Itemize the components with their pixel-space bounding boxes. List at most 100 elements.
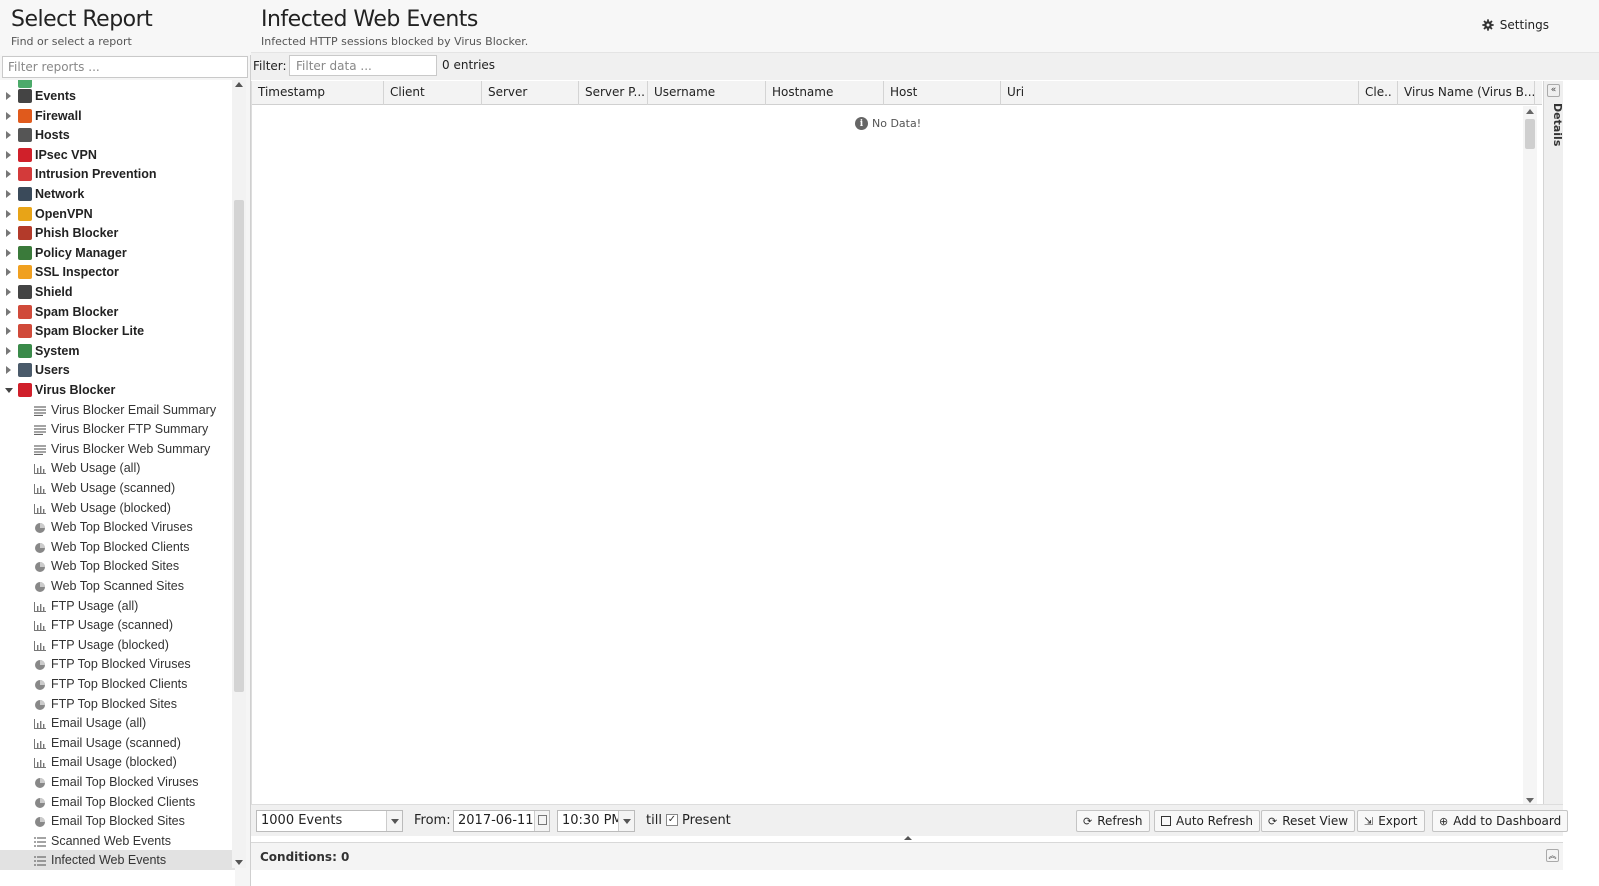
- from-date-field[interactable]: 2017-06-11: [453, 810, 550, 832]
- expand-conditions-icon[interactable]: ︽: [1546, 849, 1559, 862]
- report-item[interactable]: Email Usage (blocked): [0, 752, 235, 772]
- tree-category-virus-blocker[interactable]: Virus Blocker: [0, 380, 235, 400]
- collapsed-arrow-icon[interactable]: [6, 209, 11, 218]
- present-label: Present: [682, 813, 731, 828]
- scrollbar-thumb[interactable]: [234, 200, 244, 692]
- bar-chart-icon: [34, 503, 46, 514]
- report-item[interactable]: Web Top Blocked Clients: [0, 537, 235, 557]
- report-item[interactable]: FTP Usage (all): [0, 596, 235, 616]
- tree-category-openvpn[interactable]: OpenVPN: [0, 204, 235, 224]
- collapsed-arrow-icon[interactable]: [6, 131, 11, 140]
- report-item[interactable]: Web Top Blocked Sites: [0, 556, 235, 576]
- report-item[interactable]: FTP Usage (scanned): [0, 615, 235, 635]
- collapsed-arrow-icon[interactable]: [6, 170, 11, 179]
- report-item[interactable]: Web Usage (blocked): [0, 498, 235, 518]
- column-header[interactable]: Cle..: [1359, 81, 1398, 105]
- expanded-arrow-icon[interactable]: [5, 388, 13, 393]
- report-item[interactable]: Email Usage (all): [0, 713, 235, 733]
- collapsed-arrow-icon[interactable]: [6, 190, 11, 198]
- chevron-down-icon[interactable]: [386, 811, 402, 831]
- scroll-down-icon[interactable]: [235, 860, 243, 865]
- collapsed-arrow-icon[interactable]: [6, 92, 11, 100]
- report-item[interactable]: FTP Top Blocked Clients: [0, 674, 235, 694]
- collapsed-arrow-icon[interactable]: [6, 346, 11, 355]
- report-item-label: Email Top Blocked Viruses: [51, 775, 199, 789]
- calendar-icon[interactable]: [534, 811, 549, 831]
- tree-category-events[interactable]: Events: [0, 86, 235, 106]
- sidebar-scrollbar[interactable]: [232, 80, 246, 868]
- report-item[interactable]: Email Top Blocked Viruses: [0, 772, 235, 792]
- report-item[interactable]: Email Usage (scanned): [0, 733, 235, 753]
- report-item[interactable]: Web Usage (all): [0, 458, 235, 478]
- present-checkbox[interactable]: ✓: [666, 814, 678, 826]
- scrollbar-thumb[interactable]: [1525, 119, 1535, 149]
- tree-category-shield[interactable]: Shield: [0, 282, 235, 302]
- collapsed-arrow-icon[interactable]: [6, 248, 11, 257]
- report-item[interactable]: Web Top Scanned Sites: [0, 576, 235, 596]
- tree-category-policy-manager[interactable]: Policy Manager: [0, 243, 235, 263]
- tree-category-system[interactable]: System: [0, 341, 235, 361]
- collapsed-arrow-icon[interactable]: [6, 268, 11, 277]
- tree-category-intrusion-prevention[interactable]: Intrusion Prevention: [0, 164, 235, 184]
- column-header[interactable]: Timestamp: [252, 81, 384, 105]
- details-label[interactable]: Details: [1544, 101, 1564, 146]
- report-item[interactable]: Scanned Web Events: [0, 831, 235, 851]
- settings-button[interactable]: Settings: [1482, 18, 1549, 32]
- auto-refresh-button[interactable]: Auto Refresh: [1154, 810, 1260, 832]
- collapse-details-icon[interactable]: «: [1547, 84, 1560, 97]
- column-header[interactable]: Server: [482, 81, 579, 105]
- events-limit-select[interactable]: 1000 Events: [256, 810, 403, 832]
- tree-category-phish-blocker[interactable]: Phish Blocker: [0, 223, 235, 243]
- reset-view-button[interactable]: ⟳ Reset View: [1261, 810, 1356, 832]
- column-header[interactable]: Client: [384, 81, 482, 105]
- collapsed-arrow-icon[interactable]: [6, 327, 11, 336]
- collapsed-arrow-icon[interactable]: [6, 288, 11, 296]
- from-time-field[interactable]: 10:30 PM: [557, 810, 635, 832]
- from-label: From:: [414, 813, 451, 828]
- report-filter-input[interactable]: [2, 56, 248, 78]
- column-header[interactable]: Virus Name (Virus B...: [1398, 81, 1535, 105]
- tree-category-spam-blocker-lite[interactable]: Spam Blocker Lite: [0, 321, 235, 341]
- tree-category-label: Intrusion Prevention: [35, 167, 157, 182]
- data-filter-input[interactable]: [289, 55, 437, 76]
- collapsed-arrow-icon[interactable]: [6, 366, 11, 375]
- column-header[interactable]: Username: [648, 81, 766, 105]
- tree-category-firewall[interactable]: Firewall: [0, 106, 235, 126]
- scroll-down-icon[interactable]: [1526, 798, 1534, 803]
- refresh-button[interactable]: ⟳ Refresh: [1076, 810, 1150, 832]
- details-panel[interactable]: « Details: [1543, 81, 1564, 819]
- tree-category-ssl-inspector[interactable]: SSL Inspector: [0, 262, 235, 282]
- tree-category-ipsec-vpn[interactable]: IPsec VPN: [0, 145, 235, 165]
- intrusion-prevention-icon: [18, 167, 32, 182]
- report-item[interactable]: Email Top Blocked Sites: [0, 811, 235, 831]
- scroll-up-icon[interactable]: [235, 82, 243, 87]
- tree-category-network[interactable]: Network: [0, 184, 235, 204]
- report-item[interactable]: Virus Blocker FTP Summary: [0, 419, 235, 439]
- column-header[interactable]: Host: [884, 81, 1001, 105]
- report-item[interactable]: Web Top Blocked Viruses: [0, 517, 235, 537]
- collapsed-arrow-icon[interactable]: [6, 229, 11, 238]
- report-item[interactable]: FTP Top Blocked Sites: [0, 694, 235, 714]
- report-item[interactable]: Virus Blocker Email Summary: [0, 400, 235, 420]
- tree-category-spam-blocker[interactable]: Spam Blocker: [0, 302, 235, 322]
- report-item[interactable]: Email Top Blocked Clients: [0, 792, 235, 812]
- report-item[interactable]: FTP Top Blocked Viruses: [0, 654, 235, 674]
- column-header[interactable]: Server P...: [579, 81, 648, 105]
- column-header[interactable]: Hostname: [766, 81, 884, 105]
- collapsed-arrow-icon[interactable]: [6, 111, 11, 120]
- scroll-up-icon[interactable]: [1526, 109, 1534, 114]
- report-item[interactable]: FTP Usage (blocked): [0, 635, 235, 655]
- tree-category-users[interactable]: Users: [0, 360, 235, 380]
- collapsed-arrow-icon[interactable]: [6, 150, 11, 159]
- add-to-dashboard-button[interactable]: ⊕ Add to Dashboard: [1432, 810, 1569, 832]
- export-button[interactable]: ⇲ Export: [1357, 810, 1425, 832]
- report-item[interactable]: Infected Web Events: [0, 850, 235, 871]
- report-item[interactable]: Web Usage (scanned): [0, 478, 235, 498]
- users-icon: [18, 363, 32, 378]
- grid-scrollbar[interactable]: [1523, 106, 1537, 806]
- report-item[interactable]: Virus Blocker Web Summary: [0, 439, 235, 459]
- chevron-down-icon[interactable]: [618, 811, 634, 831]
- tree-category-hosts[interactable]: Hosts: [0, 125, 235, 145]
- collapsed-arrow-icon[interactable]: [6, 307, 11, 316]
- column-header[interactable]: Uri: [1001, 81, 1359, 105]
